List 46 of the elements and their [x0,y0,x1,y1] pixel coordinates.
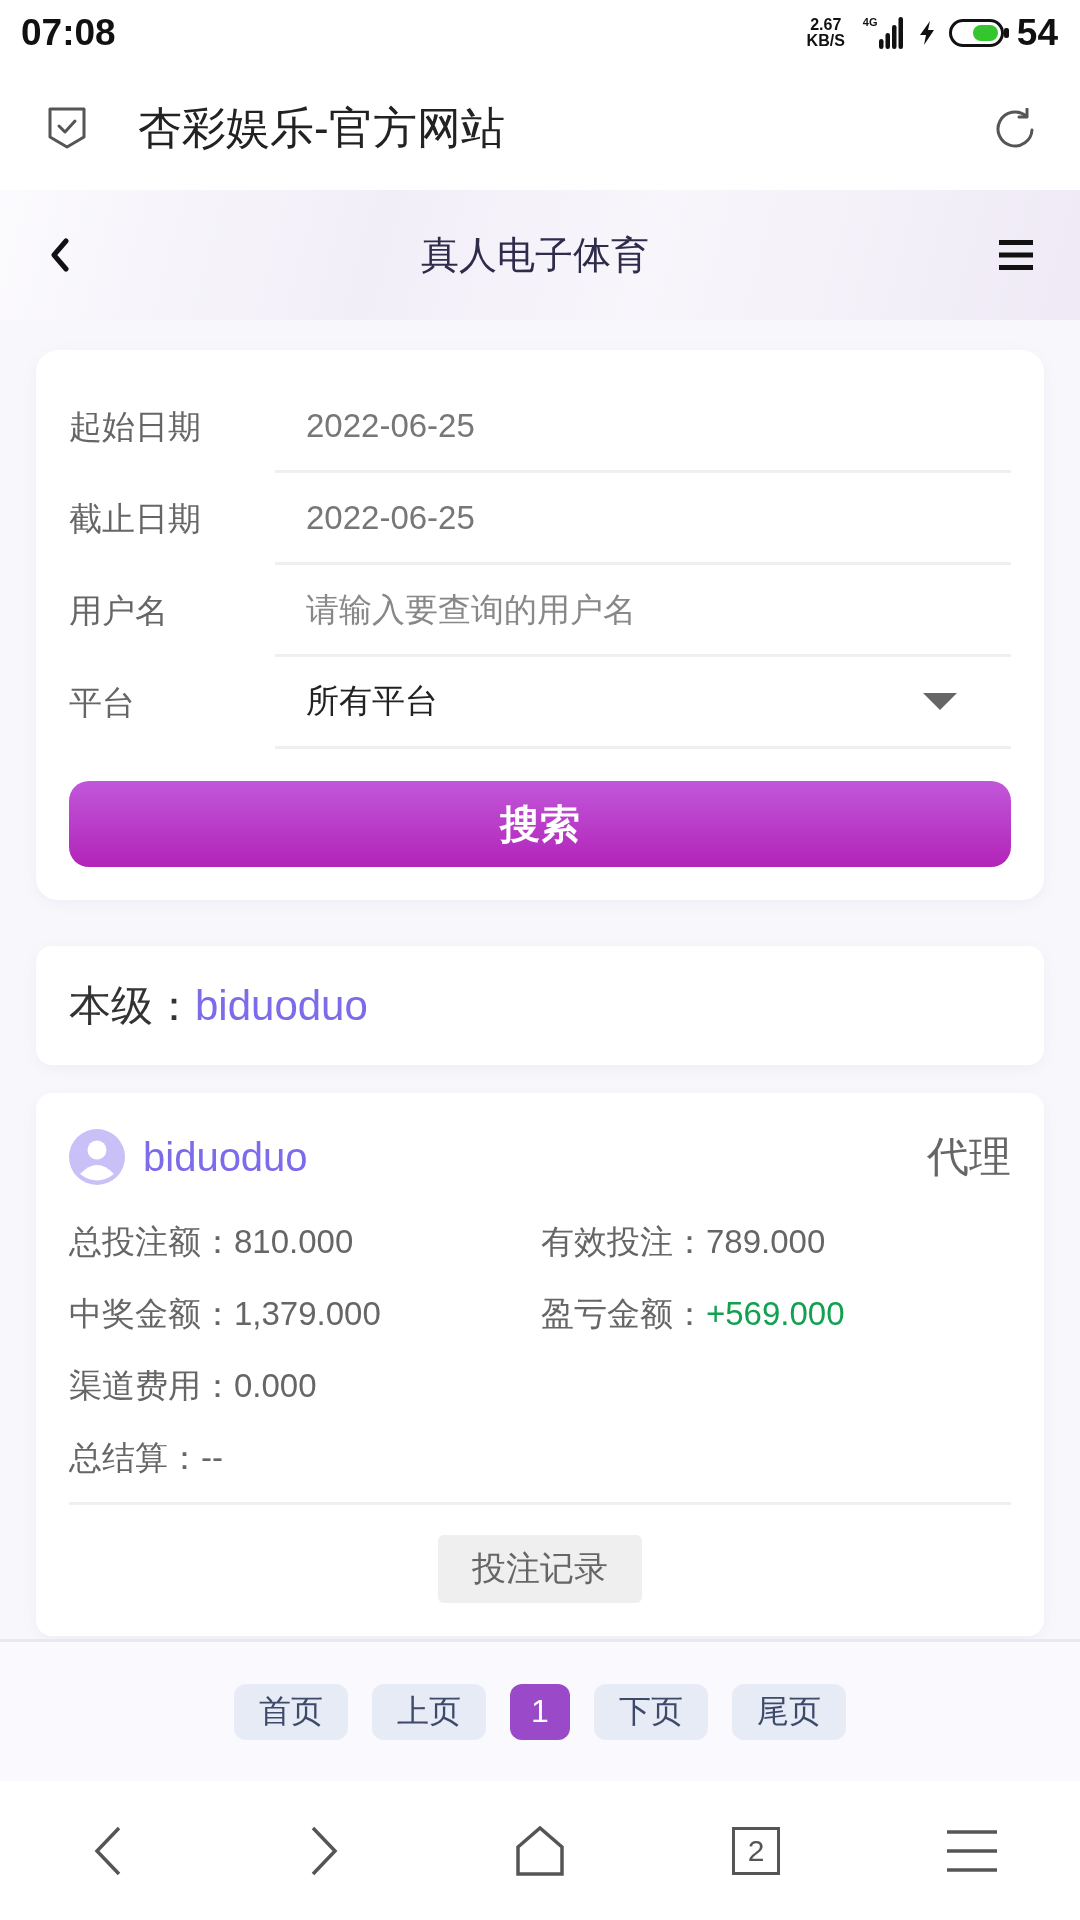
field-label: 用户名 [69,590,169,631]
platform-select[interactable]: 所有平台 [275,657,1011,749]
net-speed-value: 2.67 [810,17,842,33]
signal-icon [878,17,903,49]
menu-icon[interactable] [947,1829,997,1872]
date-field[interactable]: 2022-06-25 [275,381,1011,473]
caret-icon [923,693,957,710]
stat-text: 总投注额：810.000 [69,1221,354,1262]
level-label: 本级： [69,980,195,1031]
role-text: 代理 [927,1132,1011,1182]
charging-icon [918,21,935,45]
net-speed-unit: KB/S [806,33,845,49]
stat-text: 渠道费用：0.000 [69,1365,317,1406]
status-time: 07:08 [21,12,116,54]
back-icon[interactable] [94,1825,122,1876]
field-label: 起始日期 [69,406,202,447]
back-icon[interactable] [50,238,70,272]
pagination-button[interactable]: 下页 [594,1683,708,1740]
stat-text: 总结算：-- [69,1437,223,1478]
field-label: 截止日期 [69,498,202,539]
refresh-icon[interactable] [994,108,1036,148]
network-type-label: 4G [862,17,878,28]
pagination-button[interactable]: 上页 [372,1683,486,1740]
pagination-button[interactable]: 1 [510,1683,570,1740]
battery-icon [948,19,1009,47]
stat-text: 盈亏金额：+569.000 [541,1293,845,1334]
username-field[interactable]: 请输入要查询的用户名 [275,565,1011,657]
header-title: 真人电子体育 [419,232,650,278]
home-icon[interactable] [516,1825,564,1876]
menu-icon[interactable] [999,240,1033,270]
field-label: 平台 [69,682,136,723]
search-button[interactable]: 搜索 [69,781,1011,867]
site-title: 杏彩娱乐-官方网站 [138,101,505,154]
battery-percent: 54 [1016,12,1058,54]
forward-icon[interactable] [310,1825,338,1876]
stat-text: 有效投注：789.000 [541,1221,826,1262]
pagination-button[interactable]: 尾页 [732,1683,846,1740]
date-field[interactable]: 2022-06-25 [275,473,1011,565]
pagination-button[interactable]: 首页 [234,1683,348,1740]
level-username: biduoduo [195,981,368,1030]
username-text: biduoduo [143,1134,308,1180]
avatar-icon [69,1129,125,1185]
stat-text: 中奖金额：1,379.000 [69,1293,381,1334]
shield-check-icon[interactable] [48,107,86,149]
bet-records-button[interactable]: 投注记录 [438,1535,642,1603]
tabs-button[interactable]: 2 [732,1826,780,1875]
